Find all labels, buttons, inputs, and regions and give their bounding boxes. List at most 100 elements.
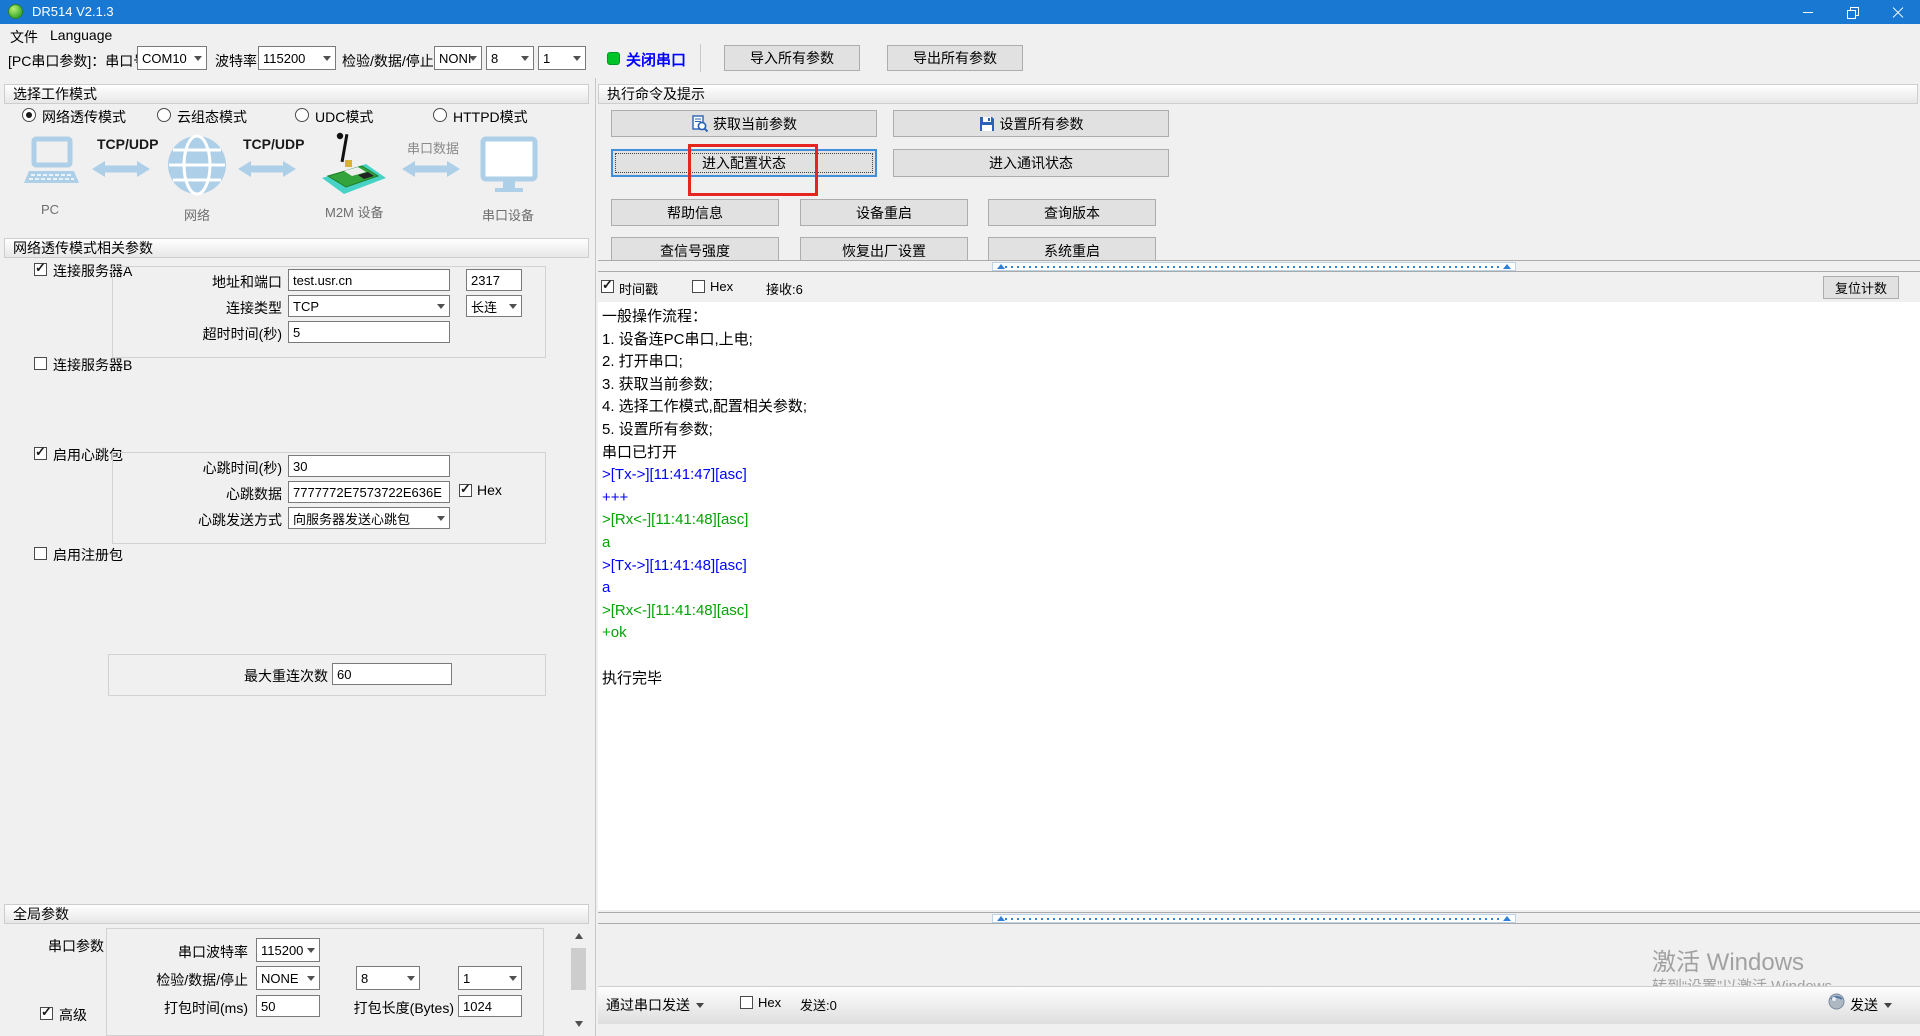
heartbeat-checkbox[interactable] (34, 447, 47, 460)
sent-count: 发送:0 (800, 995, 837, 1014)
conn-type-label: 连接类型 (150, 298, 282, 318)
hb-time-input[interactable]: 30 (288, 455, 450, 477)
help-info-button[interactable]: 帮助信息 (611, 199, 779, 226)
conn-type-select[interactable]: TCP (288, 295, 450, 317)
send-sphere-icon (1828, 993, 1845, 1010)
conn-type-value: TCP (293, 299, 319, 314)
reconnect-input[interactable]: 60 (332, 663, 452, 685)
log-line: a (602, 532, 1920, 555)
log-output-area[interactable]: 一般操作流程：1. 设备连PC串口,上电;2. 打开串口;3. 获取当前参数;4… (598, 302, 1920, 910)
global-scrollbar[interactable] (570, 928, 587, 1036)
advanced-checkbox[interactable] (40, 1007, 53, 1020)
timeout-value: 5 (293, 325, 300, 340)
close-serial-button[interactable]: 关闭串口 (626, 49, 686, 70)
databits-select[interactable]: 8 (486, 46, 534, 70)
get-current-params-label: 获取当前参数 (713, 114, 797, 134)
log-line: >[Tx->][11:41:47][asc] (602, 464, 1920, 487)
g-stopbits-select[interactable]: 1 (458, 966, 522, 990)
scroll-down-icon[interactable] (570, 1016, 587, 1031)
set-all-params-button[interactable]: 设置所有参数 (893, 110, 1169, 137)
work-mode-group-header: 选择工作模式 (4, 84, 589, 104)
keepalive-select[interactable]: 长连 (466, 295, 522, 317)
radio-httpd-mode[interactable] (433, 108, 447, 122)
packtime-input[interactable]: 50 (256, 995, 320, 1017)
import-all-params-button[interactable]: 导入所有参数 (724, 45, 860, 71)
hb-data-label: 心跳数据 (150, 484, 282, 504)
splitter-bar[interactable] (598, 260, 1920, 272)
g-parity-select[interactable]: NONE (256, 966, 320, 990)
close-button[interactable] (1875, 0, 1920, 24)
floppy-save-icon (979, 116, 995, 132)
g-parity-value: NONE (261, 971, 299, 986)
radio-net-transparent-label: 网络透传模式 (42, 107, 126, 127)
get-current-params-button[interactable]: 获取当前参数 (611, 110, 877, 137)
query-version-button[interactable]: 查询版本 (988, 199, 1156, 226)
scrollbar-thumb[interactable] (571, 948, 586, 990)
stopbits-select[interactable]: 1 (538, 46, 586, 70)
hb-mode-label: 心跳发送方式 (150, 510, 282, 530)
server-a-address-input[interactable]: test.usr.cn (288, 269, 450, 291)
server-a-port-value: 2317 (471, 273, 500, 288)
export-all-params-button[interactable]: 导出所有参数 (887, 45, 1023, 71)
reset-count-label: 复位计数 (1835, 278, 1887, 297)
server-b-checkbox[interactable] (34, 357, 47, 370)
send-button[interactable]: 发送 (1850, 995, 1892, 1015)
com-port-select[interactable]: COM10 (137, 46, 207, 70)
server-a-port-input[interactable]: 2317 (466, 269, 522, 291)
com-port-value: COM10 (142, 51, 187, 66)
radio-cloud-mode[interactable] (157, 108, 171, 122)
recv-count: 接收:6 (766, 279, 803, 298)
hb-mode-select[interactable]: 向服务器发送心跳包 (288, 507, 450, 529)
menu-file[interactable]: 文件 (4, 26, 44, 48)
server-a-checkbox[interactable] (34, 263, 47, 276)
send-via-serial-button[interactable]: 通过串口发送 (606, 995, 704, 1015)
net-params-group-header: 网络透传模式相关参数 (4, 238, 589, 258)
baud-select[interactable]: 115200 (258, 46, 336, 70)
minimize-button[interactable] (1785, 0, 1830, 24)
log-line: 1. 设备连PC串口,上电; (602, 329, 1920, 352)
device-reboot-button[interactable]: 设备重启 (800, 199, 968, 226)
chevron-down-icon (509, 976, 517, 981)
splitter-bar[interactable] (598, 912, 1920, 924)
device-reboot-label: 设备重启 (856, 203, 912, 223)
reset-count-button[interactable]: 复位计数 (1823, 276, 1899, 299)
keepalive-value: 长连 (471, 297, 497, 316)
timeout-input[interactable]: 5 (288, 321, 450, 343)
signal-strength-label: 查信号强度 (660, 241, 730, 261)
chevron-down-icon (1884, 1003, 1892, 1008)
timestamp-checkbox[interactable] (601, 280, 614, 293)
register-checkbox[interactable] (34, 547, 47, 560)
minimize-icon (1803, 12, 1813, 13)
log-line: >[Rx<-][11:41:48][asc] (602, 600, 1920, 623)
log-line (602, 645, 1920, 668)
g-databits-select[interactable]: 8 (356, 966, 420, 990)
restore-button[interactable] (1830, 0, 1875, 24)
enter-config-state-button[interactable]: 进入配置状态 (611, 149, 877, 177)
splitter-handle[interactable] (992, 914, 1516, 923)
parity-select[interactable]: NONI (434, 46, 482, 70)
packlen-input[interactable]: 1024 (458, 995, 522, 1017)
hb-hex-checkbox[interactable] (459, 484, 472, 497)
baud-value: 115200 (263, 51, 305, 66)
log-hex-checkbox[interactable] (692, 280, 705, 293)
scroll-up-icon[interactable] (570, 928, 587, 943)
hb-data-input[interactable]: 7777772E7573722E636E (288, 481, 450, 503)
splitter-arrow-icon (1503, 264, 1511, 269)
timeout-label: 超时时间(秒) (150, 324, 282, 344)
send-hex-checkbox[interactable] (740, 996, 753, 1009)
chevron-down-icon (307, 948, 315, 953)
menu-language[interactable]: Language (44, 26, 118, 44)
g-baud-select[interactable]: 115200 (256, 938, 320, 962)
splitter-arrow-icon (997, 264, 1005, 269)
log-lines: 一般操作流程：1. 设备连PC串口,上电;2. 打开串口;3. 获取当前参数;4… (598, 302, 1920, 690)
restore-icon (1847, 7, 1858, 18)
network-globe-icon (166, 134, 228, 196)
splitter-handle[interactable] (992, 262, 1516, 271)
register-label: 启用注册包 (53, 545, 123, 565)
radio-net-transparent-mode[interactable] (22, 108, 36, 122)
g-baud-label: 串口波特率 (116, 942, 248, 962)
radio-udc-mode[interactable] (295, 108, 309, 122)
enter-comm-state-button[interactable]: 进入通讯状态 (893, 149, 1169, 177)
query-version-label: 查询版本 (1044, 203, 1100, 223)
radio-httpd-label: HTTPD模式 (453, 107, 528, 127)
